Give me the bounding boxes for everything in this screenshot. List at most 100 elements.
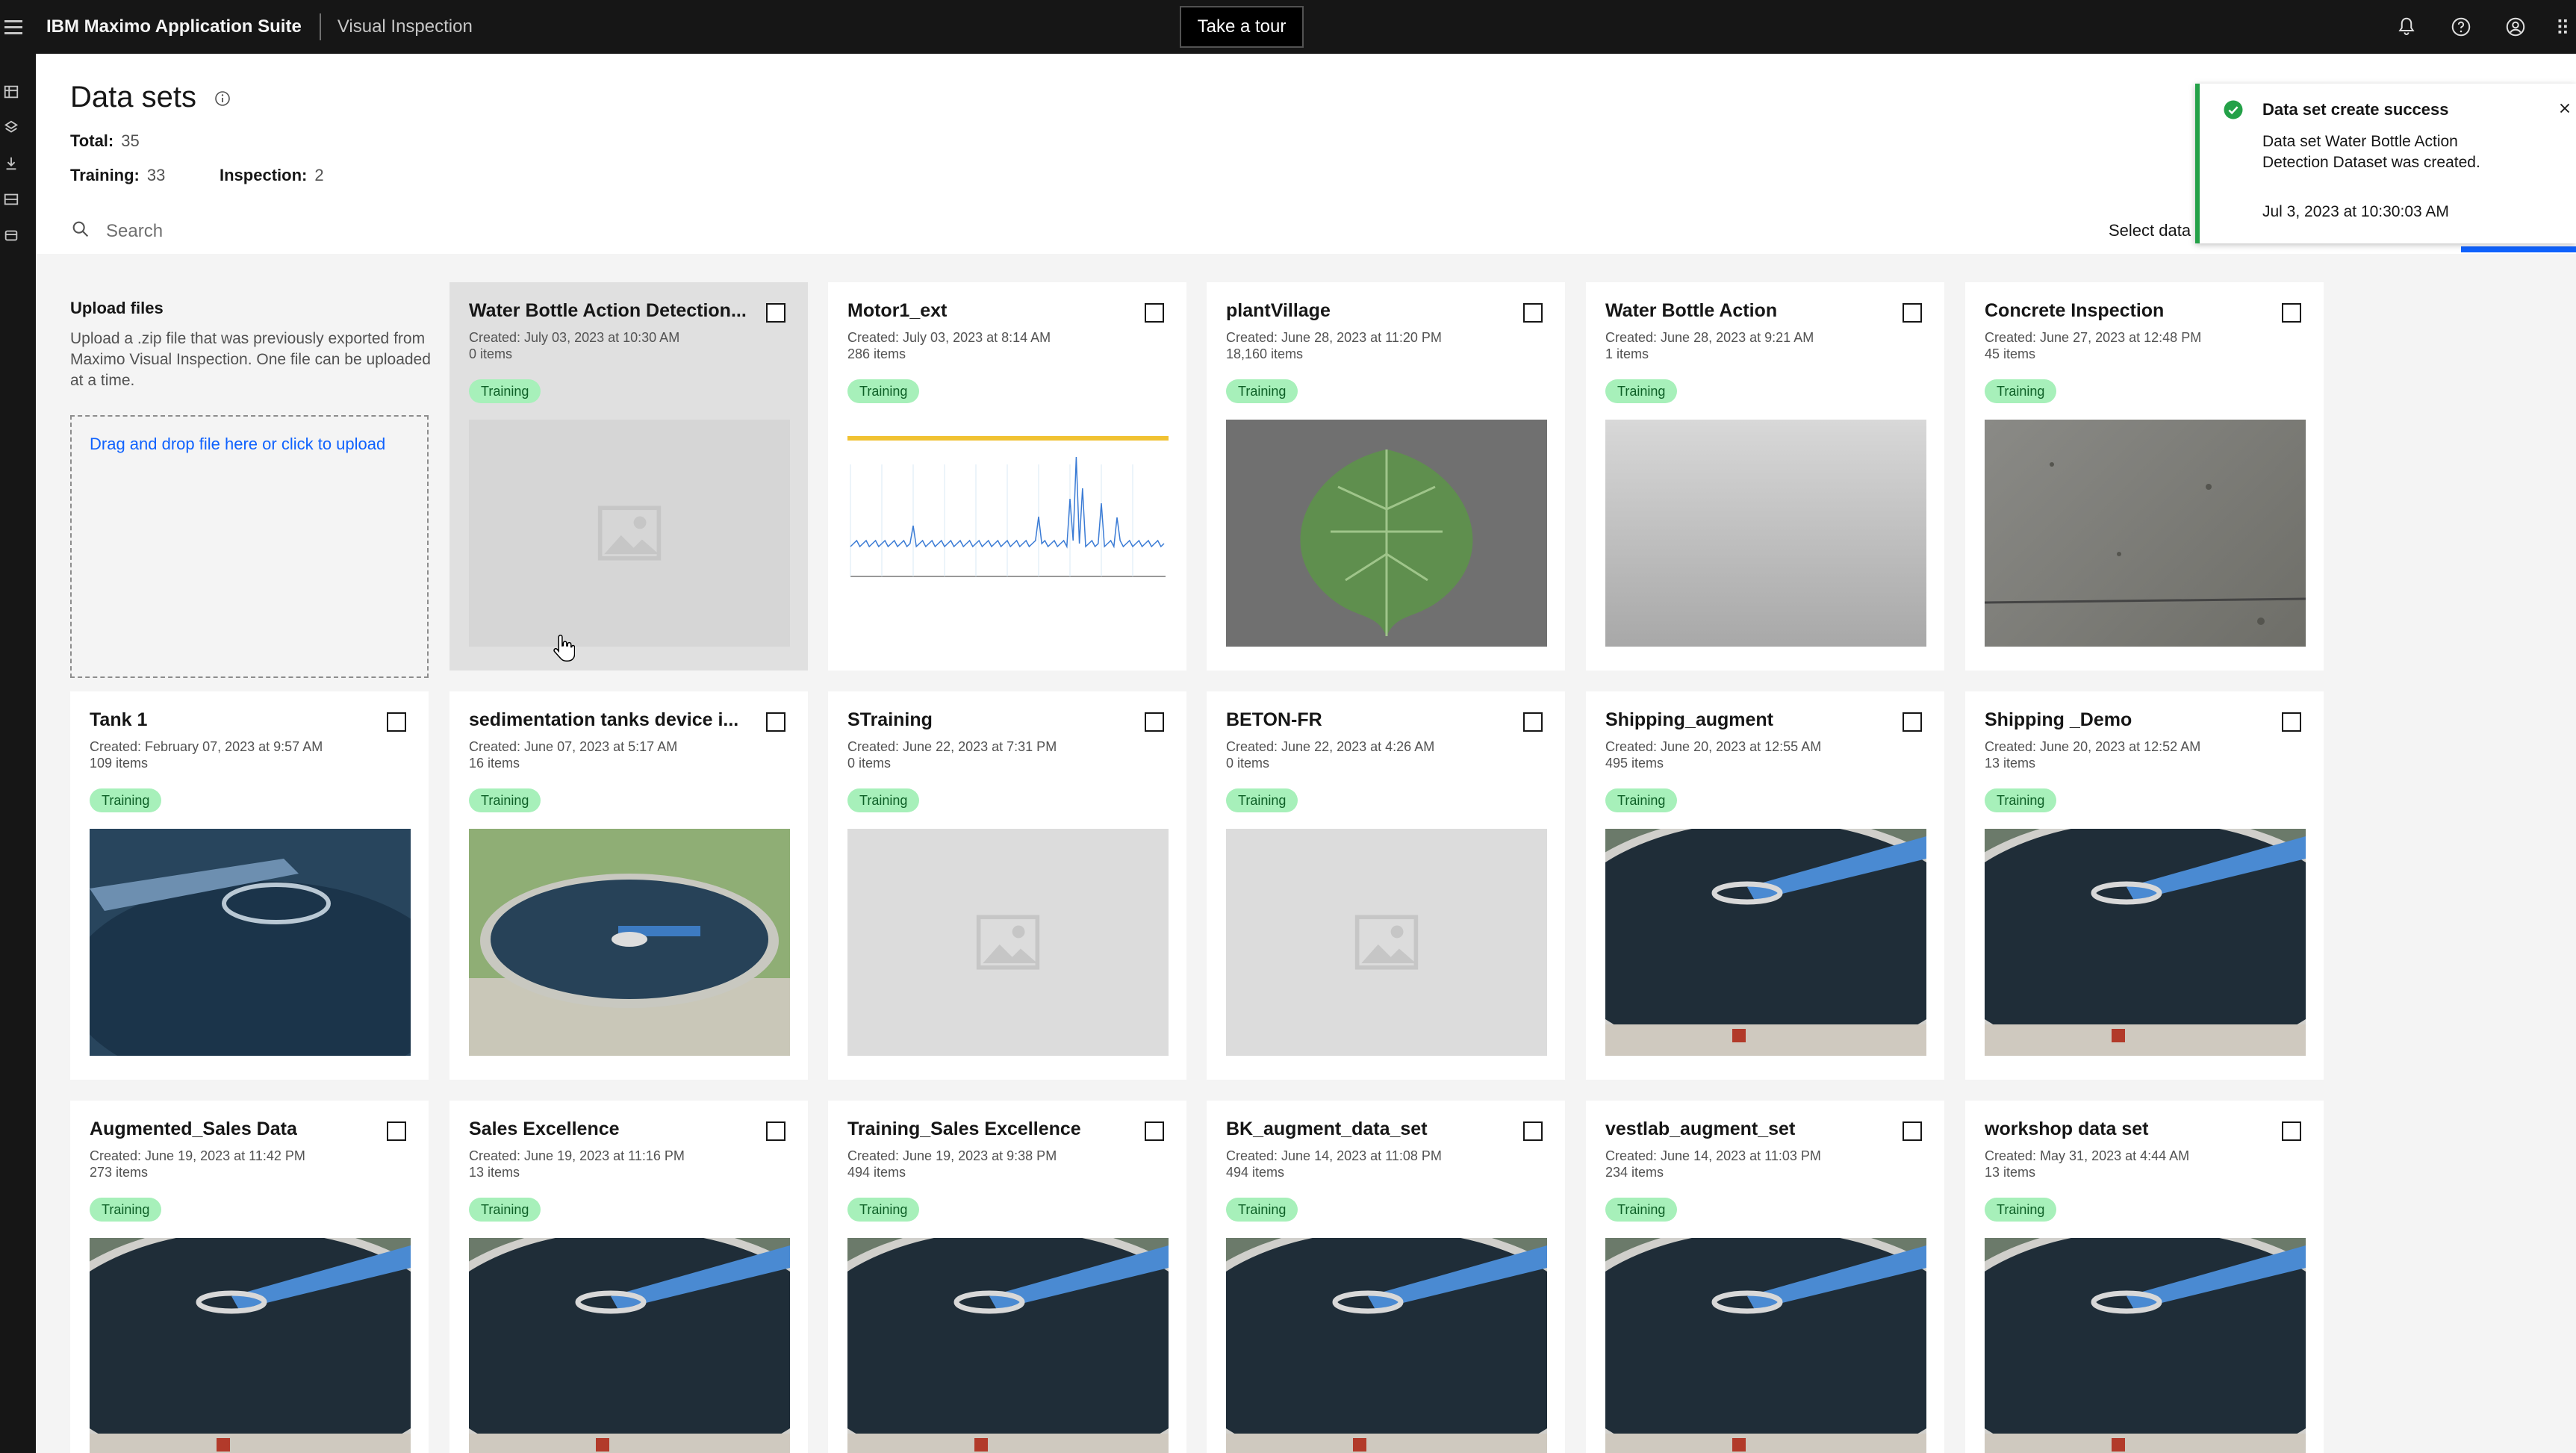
dataset-created: Created: June 14, 2023 at 11:03 PM (1605, 1148, 1821, 1163)
dataset-select-checkbox[interactable] (1145, 1121, 1164, 1141)
dataset-select-checkbox[interactable] (1903, 1121, 1922, 1141)
training-tag: Training (469, 379, 541, 403)
dropzone-link[interactable]: Drag and drop file here or click to uplo… (90, 435, 385, 454)
close-icon[interactable] (2554, 97, 2576, 119)
dataset-card[interactable]: Training_Sales Excellence Created: June 1… (828, 1101, 1186, 1453)
upload-panel: Upload files Upload a .zip file that was… (70, 299, 431, 687)
dataset-created: Created: June 20, 2023 at 12:52 AM (1985, 739, 2201, 754)
dataset-select-checkbox[interactable] (1523, 1121, 1543, 1141)
dataset-created: Created: July 03, 2023 at 10:30 AM (469, 330, 680, 345)
datasets-nav-icon[interactable] (0, 81, 22, 103)
dataset-select-checkbox[interactable] (1523, 303, 1543, 323)
dataset-card[interactable]: Shipping _Demo Created: June 20, 2023 at … (1965, 691, 2324, 1080)
training-tag: Training (847, 1198, 920, 1222)
dataset-select-checkbox[interactable] (1145, 712, 1164, 732)
dataset-select-checkbox[interactable] (766, 1121, 785, 1141)
user-icon[interactable] (2501, 12, 2530, 42)
dataset-name[interactable]: Shipping _Demo (1985, 709, 2132, 731)
dataset-name[interactable]: BETON-FR (1226, 709, 1322, 731)
sedimentation-tank-image (1985, 1238, 2306, 1453)
deploy-nav-icon[interactable] (0, 152, 22, 175)
brand-name[interactable]: IBM Maximo Application Suite (46, 16, 302, 37)
projects-nav-icon[interactable] (0, 188, 22, 211)
dataset-card[interactable]: Tank 1 Created: February 07, 2023 at 9:57… (70, 691, 429, 1080)
dataset-card[interactable]: plantVillage Created: June 28, 2023 at 11… (1207, 282, 1565, 671)
dataset-name[interactable]: Sales Excellence (469, 1118, 620, 1140)
dataset-item-count: 1 items (1605, 346, 1649, 361)
dataset-name[interactable]: Tank 1 (90, 709, 147, 731)
dataset-card[interactable]: Augmented_Sales Data Created: June 19, 20… (70, 1101, 429, 1453)
dataset-name[interactable]: Shipping_augment (1605, 709, 1773, 731)
dataset-select-checkbox[interactable] (1145, 303, 1164, 323)
training-tag: Training (1985, 788, 2057, 812)
top-navigation-bar: IBM Maximo Application Suite Visual Insp… (0, 0, 2576, 54)
inspection-label: Inspection: (220, 166, 308, 184)
dataset-select-checkbox[interactable] (1523, 712, 1543, 732)
take-a-tour-button[interactable]: Take a tour (1180, 6, 1304, 48)
dataset-created: Created: July 03, 2023 at 8:14 AM (847, 330, 1051, 345)
primary-action-edge[interactable] (2461, 246, 2576, 252)
storage-nav-icon[interactable] (0, 224, 22, 246)
dataset-card[interactable]: Shipping_augment Created: June 20, 2023 a… (1586, 691, 1944, 1080)
dataset-name[interactable]: Water Bottle Action (1605, 300, 1777, 322)
dataset-name[interactable]: Water Bottle Action Detection... (469, 300, 747, 322)
dataset-card[interactable]: BETON-FR Created: June 22, 2023 at 4:26 A… (1207, 691, 1565, 1080)
help-icon[interactable] (2446, 12, 2476, 42)
dataset-name[interactable]: BK_augment_data_set (1226, 1118, 1428, 1140)
dataset-select-checkbox[interactable] (1903, 712, 1922, 732)
dataset-card[interactable]: Motor1_ext Created: July 03, 2023 at 8:14… (828, 282, 1186, 671)
side-rail (0, 54, 36, 1453)
dataset-item-count: 495 items (1605, 756, 1664, 771)
dataset-name[interactable]: Concrete Inspection (1985, 300, 2164, 322)
dataset-card[interactable]: STraining Created: June 22, 2023 at 7:31 … (828, 691, 1186, 1080)
dataset-name[interactable]: Training_Sales Excellence (847, 1118, 1081, 1140)
dataset-name[interactable]: workshop data set (1985, 1118, 2149, 1140)
image-placeholder-icon (1226, 829, 1547, 1056)
training-tag: Training (1226, 379, 1298, 403)
dataset-select-checkbox[interactable] (2282, 303, 2301, 323)
sedimentation-tank-image (1226, 1238, 1547, 1453)
dataset-card[interactable]: Concrete Inspection Created: June 27, 202… (1965, 282, 2324, 671)
total-stat: Total: 35 (70, 131, 140, 151)
dataset-name[interactable]: sedimentation tanks device i... (469, 709, 738, 731)
dataset-select-checkbox[interactable] (766, 712, 785, 732)
training-tag: Training (1605, 788, 1678, 812)
dataset-card[interactable]: BK_augment_data_set Created: June 14, 202… (1207, 1101, 1565, 1453)
dataset-card[interactable]: Water Bottle Action Created: June 28, 202… (1586, 282, 1944, 671)
training-tag: Training (1985, 379, 2057, 403)
dataset-select-checkbox[interactable] (2282, 712, 2301, 732)
dataset-card[interactable]: Water Bottle Action Detection... Created:… (449, 282, 808, 671)
select-data-label[interactable]: Select data (2109, 221, 2191, 240)
app-switcher-icon[interactable] (2552, 12, 2576, 42)
toast-timestamp: Jul 3, 2023 at 10:30:03 AM (2262, 203, 2449, 220)
dataset-select-checkbox[interactable] (1903, 303, 1922, 323)
bell-icon[interactable] (2392, 12, 2421, 42)
dataset-select-checkbox[interactable] (387, 712, 406, 732)
dataset-card[interactable]: Sales Excellence Created: June 19, 2023 a… (449, 1101, 808, 1453)
models-nav-icon[interactable] (0, 116, 22, 139)
dataset-card[interactable]: sedimentation tanks device i... Created: … (449, 691, 808, 1080)
dataset-created: Created: June 19, 2023 at 11:42 PM (90, 1148, 305, 1163)
dataset-card[interactable]: vestlab_augment_set Created: June 14, 202… (1586, 1101, 1944, 1453)
dataset-name[interactable]: Motor1_ext (847, 300, 947, 322)
dataset-name[interactable]: vestlab_augment_set (1605, 1118, 1795, 1140)
info-icon[interactable] (214, 90, 231, 111)
toast-subtitle: Data set Water Bottle Action Detection D… (2262, 133, 2480, 171)
training-label: Training: (70, 166, 140, 184)
file-dropzone[interactable]: Drag and drop file here or click to uplo… (70, 415, 429, 678)
dataset-card[interactable]: workshop data set Created: May 31, 2023 a… (1965, 1101, 2324, 1453)
dataset-name[interactable]: Augmented_Sales Data (90, 1118, 297, 1140)
dataset-item-count: 494 items (1226, 1165, 1285, 1180)
dataset-select-checkbox[interactable] (2282, 1121, 2301, 1141)
dataset-created: Created: June 28, 2023 at 9:21 AM (1605, 330, 1814, 345)
page-title: Data sets (70, 81, 196, 113)
success-toast: Data set create success Data set Water B… (2195, 84, 2576, 243)
sedimentation-tank-image (1985, 829, 2306, 1056)
dataset-name[interactable]: STraining (847, 709, 933, 731)
search-input[interactable]: Search (70, 217, 163, 246)
dataset-name[interactable]: plantVillage (1226, 300, 1331, 322)
hand-cursor-icon (553, 633, 576, 667)
dataset-select-checkbox[interactable] (387, 1121, 406, 1141)
menu-icon[interactable] (0, 0, 27, 54)
dataset-select-checkbox[interactable] (766, 303, 785, 323)
